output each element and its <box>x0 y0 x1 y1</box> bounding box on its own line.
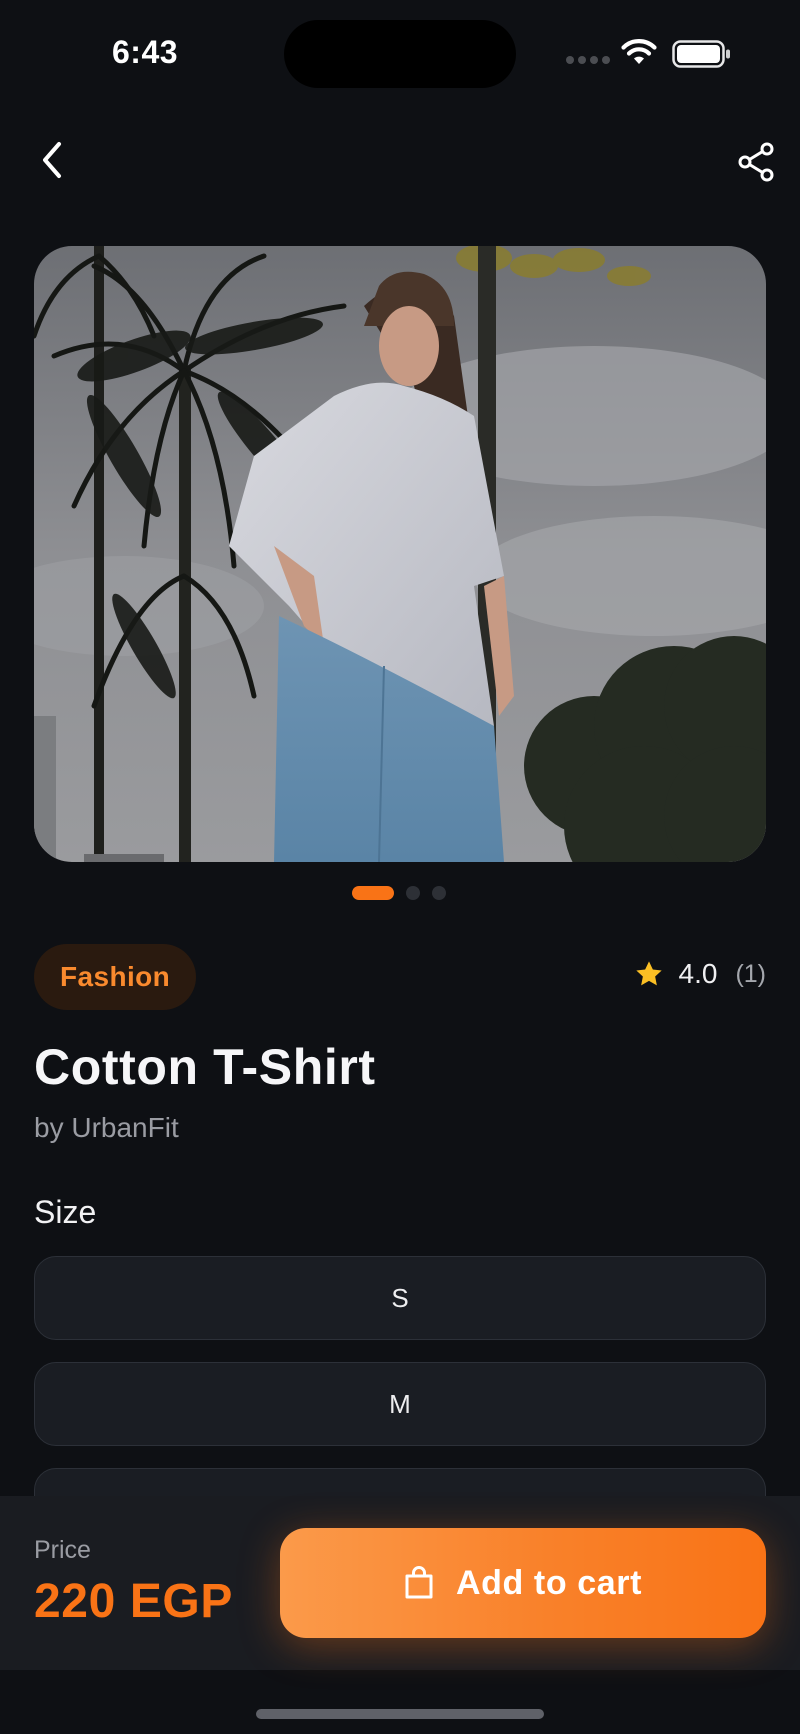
pager-dot[interactable] <box>432 886 446 900</box>
dynamic-island <box>284 20 516 88</box>
size-option-m[interactable]: M <box>34 1362 766 1446</box>
price-label: Price <box>34 1536 91 1564</box>
product-image[interactable] <box>34 246 766 862</box>
share-button[interactable] <box>730 136 782 188</box>
pager-dot-active[interactable] <box>352 886 394 900</box>
product-detail-screen: 6:43 Fashion 4.0 (1) Cotton T-Shirt by U… <box>0 0 800 1734</box>
wifi-icon <box>620 38 658 71</box>
add-to-cart-label: Add to cart <box>455 1563 643 1602</box>
home-indicator[interactable] <box>256 1709 544 1719</box>
product-brand: by UrbanFit <box>34 1112 179 1143</box>
size-option-s[interactable]: S <box>34 1256 766 1340</box>
shopping-bag-icon <box>405 1566 433 1599</box>
product-title: Cotton T-Shirt <box>34 1039 376 1095</box>
size-heading: Size <box>34 1194 97 1230</box>
status-time: 6:43 <box>112 34 179 70</box>
battery-icon <box>672 40 732 73</box>
pager-dot[interactable] <box>406 886 420 900</box>
star-icon <box>635 961 662 986</box>
status-bar: 6:43 <box>0 0 800 100</box>
share-icon <box>738 142 774 182</box>
price-value: 220 EGP <box>34 1575 233 1628</box>
back-button[interactable] <box>28 136 76 184</box>
cellular-signal-icon <box>566 56 610 64</box>
chevron-left-icon <box>43 142 61 178</box>
rating-value: 4.0 <box>678 958 718 989</box>
rating: 4.0 (1) <box>633 958 766 990</box>
add-to-cart-button[interactable]: Add to cart <box>280 1528 766 1638</box>
rating-count: (1) <box>735 959 766 988</box>
category-chip[interactable]: Fashion <box>34 944 197 1010</box>
image-pager[interactable] <box>352 886 446 900</box>
